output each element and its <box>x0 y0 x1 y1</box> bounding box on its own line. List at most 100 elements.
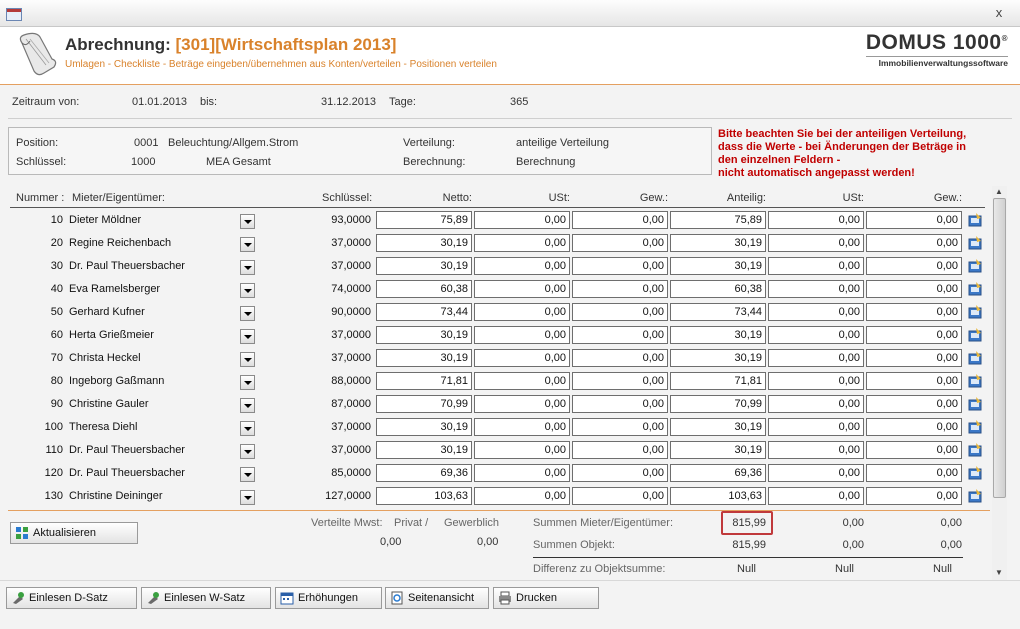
amount-field-gew[interactable]: 0,00 <box>572 303 668 321</box>
amount-field-gew[interactable]: 0,00 <box>572 487 668 505</box>
amount-field-gew[interactable]: 0,00 <box>572 395 668 413</box>
amount-field-ust2[interactable]: 0,00 <box>768 211 864 229</box>
amount-field-ust[interactable]: 0,00 <box>474 395 570 413</box>
amount-field-gew[interactable]: 0,00 <box>572 418 668 436</box>
edit-row-icon[interactable] <box>967 327 983 343</box>
amount-field-ust[interactable]: 0,00 <box>474 418 570 436</box>
edit-row-icon[interactable] <box>967 465 983 481</box>
owner-dropdown-button[interactable] <box>240 329 255 344</box>
amount-field-netto[interactable]: 30,19 <box>376 349 472 367</box>
amount-field-ust2[interactable]: 0,00 <box>768 326 864 344</box>
amount-field-gew2[interactable]: 0,00 <box>866 303 962 321</box>
scroll-up-arrow[interactable]: ▲ <box>995 187 1003 196</box>
amount-field-ust[interactable]: 0,00 <box>474 326 570 344</box>
einlesen-w-satz-button[interactable]: Einlesen W-Satz <box>141 587 271 609</box>
amount-field-gew[interactable]: 0,00 <box>572 280 668 298</box>
amount-field-gew[interactable]: 0,00 <box>572 234 668 252</box>
amount-field-ust2[interactable]: 0,00 <box>768 280 864 298</box>
amount-field-ust2[interactable]: 0,00 <box>768 372 864 390</box>
amount-field-ust2[interactable]: 0,00 <box>768 349 864 367</box>
amount-field-netto[interactable]: 30,19 <box>376 418 472 436</box>
amount-field-anteilig[interactable]: 73,44 <box>670 303 766 321</box>
amount-field-gew2[interactable]: 0,00 <box>866 257 962 275</box>
amount-field-ust[interactable]: 0,00 <box>474 303 570 321</box>
amount-field-netto[interactable]: 30,19 <box>376 257 472 275</box>
amount-field-ust2[interactable]: 0,00 <box>768 441 864 459</box>
amount-field-gew2[interactable]: 0,00 <box>866 211 962 229</box>
amount-field-ust2[interactable]: 0,00 <box>768 395 864 413</box>
amount-field-ust[interactable]: 0,00 <box>474 487 570 505</box>
amount-field-ust[interactable]: 0,00 <box>474 349 570 367</box>
amount-field-ust2[interactable]: 0,00 <box>768 234 864 252</box>
amount-field-netto[interactable]: 30,19 <box>376 234 472 252</box>
amount-field-netto[interactable]: 103,63 <box>376 487 472 505</box>
owner-dropdown-button[interactable] <box>240 306 255 321</box>
amount-field-ust2[interactable]: 0,00 <box>768 487 864 505</box>
amount-field-netto[interactable]: 30,19 <box>376 326 472 344</box>
owner-dropdown-button[interactable] <box>240 444 255 459</box>
amount-field-gew[interactable]: 0,00 <box>572 326 668 344</box>
drucken-button[interactable]: Drucken <box>493 587 599 609</box>
amount-field-netto[interactable]: 30,19 <box>376 441 472 459</box>
owner-dropdown-button[interactable] <box>240 237 255 252</box>
amount-field-anteilig[interactable]: 69,36 <box>670 464 766 482</box>
amount-field-netto[interactable]: 73,44 <box>376 303 472 321</box>
amount-field-anteilig[interactable]: 60,38 <box>670 280 766 298</box>
amount-field-netto[interactable]: 69,36 <box>376 464 472 482</box>
amount-field-gew2[interactable]: 0,00 <box>866 326 962 344</box>
amount-field-gew[interactable]: 0,00 <box>572 257 668 275</box>
edit-row-icon[interactable] <box>967 304 983 320</box>
amount-field-ust2[interactable]: 0,00 <box>768 257 864 275</box>
edit-row-icon[interactable] <box>967 258 983 274</box>
close-button[interactable]: x <box>992 6 1006 20</box>
amount-field-anteilig[interactable]: 30,19 <box>670 234 766 252</box>
edit-row-icon[interactable] <box>967 281 983 297</box>
amount-field-anteilig[interactable]: 75,89 <box>670 211 766 229</box>
edit-row-icon[interactable] <box>967 373 983 389</box>
amount-field-anteilig[interactable]: 103,63 <box>670 487 766 505</box>
erhoehungen-button[interactable]: Erhöhungen <box>275 587 382 609</box>
amount-field-anteilig[interactable]: 30,19 <box>670 349 766 367</box>
amount-field-anteilig[interactable]: 30,19 <box>670 326 766 344</box>
edit-row-icon[interactable] <box>967 350 983 366</box>
amount-field-ust[interactable]: 0,00 <box>474 234 570 252</box>
amount-field-gew2[interactable]: 0,00 <box>866 234 962 252</box>
edit-row-icon[interactable] <box>967 419 983 435</box>
owner-dropdown-button[interactable] <box>240 467 255 482</box>
amount-field-gew2[interactable]: 0,00 <box>866 280 962 298</box>
amount-field-gew[interactable]: 0,00 <box>572 211 668 229</box>
refresh-button[interactable]: Aktualisieren <box>10 522 138 544</box>
amount-field-gew2[interactable]: 0,00 <box>866 372 962 390</box>
amount-field-gew[interactable]: 0,00 <box>572 372 668 390</box>
owner-dropdown-button[interactable] <box>240 214 255 229</box>
amount-field-anteilig[interactable]: 30,19 <box>670 257 766 275</box>
amount-field-gew2[interactable]: 0,00 <box>866 487 962 505</box>
amount-field-gew2[interactable]: 0,00 <box>866 464 962 482</box>
owner-dropdown-button[interactable] <box>240 490 255 505</box>
amount-field-ust[interactable]: 0,00 <box>474 257 570 275</box>
edit-row-icon[interactable] <box>967 235 983 251</box>
edit-row-icon[interactable] <box>967 212 983 228</box>
amount-field-ust2[interactable]: 0,00 <box>768 418 864 436</box>
amount-field-ust2[interactable]: 0,00 <box>768 464 864 482</box>
owner-dropdown-button[interactable] <box>240 375 255 390</box>
amount-field-gew[interactable]: 0,00 <box>572 464 668 482</box>
amount-field-ust[interactable]: 0,00 <box>474 441 570 459</box>
amount-field-netto[interactable]: 60,38 <box>376 280 472 298</box>
owner-dropdown-button[interactable] <box>240 352 255 367</box>
edit-row-icon[interactable] <box>967 442 983 458</box>
amount-field-ust[interactable]: 0,00 <box>474 211 570 229</box>
scroll-thumb[interactable] <box>993 198 1006 498</box>
amount-field-ust[interactable]: 0,00 <box>474 280 570 298</box>
amount-field-gew2[interactable]: 0,00 <box>866 395 962 413</box>
einlesen-d-satz-button[interactable]: Einlesen D-Satz <box>6 587 137 609</box>
amount-field-anteilig[interactable]: 30,19 <box>670 441 766 459</box>
owner-dropdown-button[interactable] <box>240 283 255 298</box>
amount-field-anteilig[interactable]: 30,19 <box>670 418 766 436</box>
owner-dropdown-button[interactable] <box>240 421 255 436</box>
amount-field-gew[interactable]: 0,00 <box>572 349 668 367</box>
amount-field-netto[interactable]: 75,89 <box>376 211 472 229</box>
amount-field-ust2[interactable]: 0,00 <box>768 303 864 321</box>
amount-field-netto[interactable]: 70,99 <box>376 395 472 413</box>
amount-field-gew2[interactable]: 0,00 <box>866 441 962 459</box>
